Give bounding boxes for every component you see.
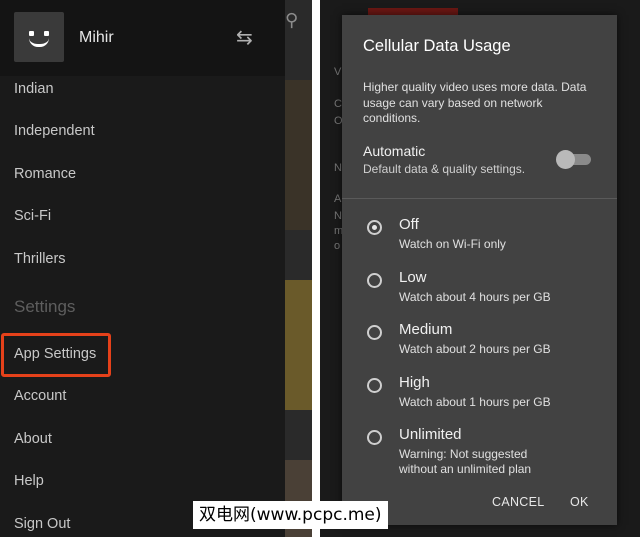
radio-button[interactable] bbox=[367, 378, 382, 393]
ok-button[interactable]: OK bbox=[570, 495, 589, 509]
background-text: o bbox=[334, 240, 341, 252]
background-text: N bbox=[334, 162, 342, 174]
search-icon[interactable]: ⚲ bbox=[285, 10, 298, 31]
avatar-eye bbox=[44, 31, 49, 36]
menu-item-indian[interactable]: Indian bbox=[14, 81, 54, 97]
menu-item-sci-fi[interactable]: Sci-Fi bbox=[14, 208, 51, 224]
radio-button[interactable] bbox=[367, 273, 382, 288]
menu-item-app-settings[interactable]: App Settings bbox=[14, 346, 96, 362]
radio-button[interactable] bbox=[367, 430, 382, 445]
option-label: Low bbox=[399, 269, 427, 286]
navigation-drawer: Mihir ⇆ Indian Independent Romance Sci-F… bbox=[0, 0, 285, 537]
background-content: ⚲ bbox=[285, 0, 312, 537]
option-label: Unlimited bbox=[399, 426, 462, 443]
automatic-label: Automatic bbox=[363, 143, 426, 159]
option-label: Off bbox=[399, 216, 419, 233]
settings-screen: V C O N A N m o Cellular Data Usage High… bbox=[320, 0, 640, 537]
navigation-screen: ⚲ Mihir ⇆ Indian Independent Romance Sci… bbox=[0, 0, 312, 537]
screenshot-separator bbox=[312, 0, 320, 537]
profile-name[interactable]: Mihir bbox=[79, 29, 114, 47]
option-description: Watch about 4 hours per GB bbox=[399, 290, 551, 304]
background-text: C bbox=[334, 98, 342, 110]
swap-arrows-icon[interactable]: ⇆ bbox=[236, 25, 253, 50]
divider bbox=[342, 198, 617, 199]
option-description: Watch on Wi-Fi only bbox=[399, 237, 506, 251]
settings-heading: Settings bbox=[14, 297, 76, 316]
option-label: High bbox=[399, 374, 430, 391]
dialog-title: Cellular Data Usage bbox=[363, 37, 511, 55]
menu-item-help[interactable]: Help bbox=[14, 473, 44, 489]
watermark: 双电网(www.pcpc.me) bbox=[193, 501, 388, 529]
avatar[interactable] bbox=[14, 12, 64, 62]
radio-button-selected[interactable] bbox=[367, 220, 382, 235]
menu-item-sign-out[interactable]: Sign Out bbox=[14, 516, 70, 532]
avatar-eye bbox=[29, 31, 34, 36]
background-thumbnail bbox=[285, 280, 312, 410]
option-description: Warning: Not suggested without an unlimi… bbox=[399, 447, 532, 476]
background-thumbnail bbox=[285, 80, 312, 230]
menu-item-account[interactable]: Account bbox=[14, 388, 66, 404]
profile-header[interactable]: Mihir ⇆ bbox=[0, 0, 285, 76]
toggle-knob[interactable] bbox=[556, 150, 575, 169]
menu-item-about[interactable]: About bbox=[14, 431, 52, 447]
menu-item-independent[interactable]: Independent bbox=[14, 123, 95, 139]
option-label: Medium bbox=[399, 321, 453, 338]
automatic-sublabel: Default data & quality settings. bbox=[363, 162, 526, 176]
option-description: Watch about 1 hours per GB bbox=[399, 395, 551, 409]
cellular-data-dialog: Cellular Data Usage Higher quality video… bbox=[342, 15, 617, 525]
background-text: N bbox=[334, 210, 342, 222]
menu-item-romance[interactable]: Romance bbox=[14, 166, 76, 182]
background-text: A bbox=[334, 193, 342, 205]
dialog-description: Higher quality video uses more data. Dat… bbox=[363, 80, 587, 125]
background-text: V bbox=[334, 66, 342, 78]
radio-button[interactable] bbox=[367, 325, 382, 340]
option-description: Watch about 2 hours per GB bbox=[399, 342, 551, 356]
avatar-smile bbox=[29, 38, 49, 47]
menu-item-thrillers[interactable]: Thrillers bbox=[14, 251, 66, 267]
cancel-button[interactable]: CANCEL bbox=[492, 495, 545, 509]
